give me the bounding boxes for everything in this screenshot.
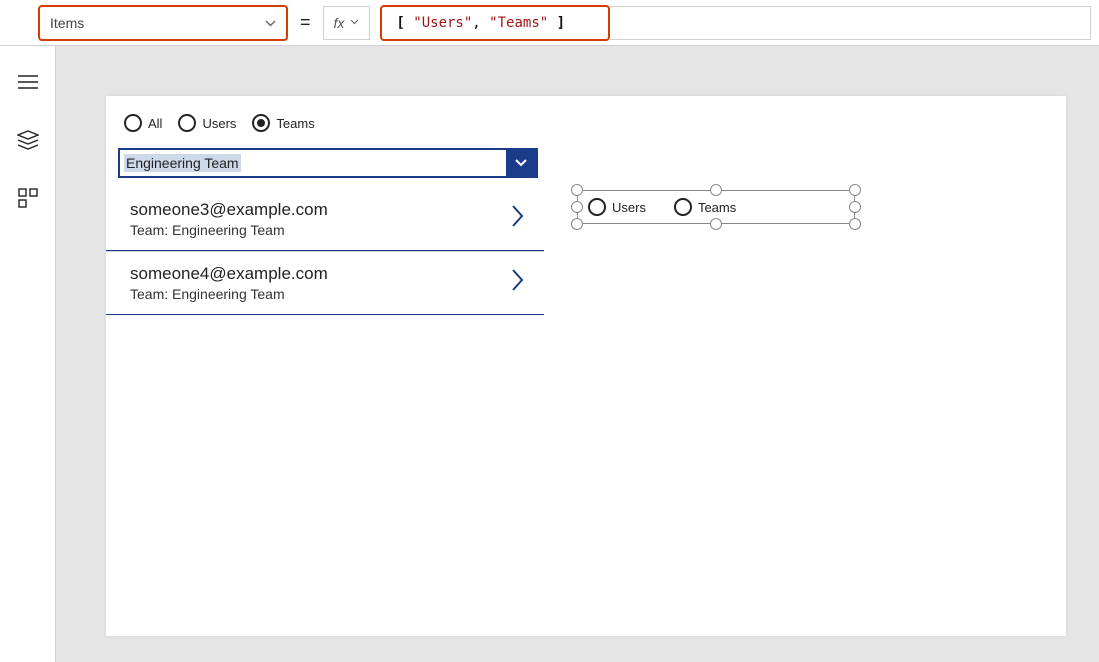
resize-handle[interactable] bbox=[710, 184, 722, 196]
radio-all-label: All bbox=[148, 116, 162, 131]
resize-handle[interactable] bbox=[571, 201, 583, 213]
equals-sign: = bbox=[300, 12, 311, 33]
formula-bar-remainder[interactable] bbox=[610, 6, 1091, 40]
canvas-area: All Users Teams Engineering Team bbox=[56, 46, 1099, 662]
sel-radio-users[interactable]: Users bbox=[588, 198, 646, 216]
chevron-right-icon bbox=[510, 202, 526, 237]
radio-icon bbox=[588, 198, 606, 216]
resize-handle[interactable] bbox=[571, 218, 583, 230]
radio-users-label: Users bbox=[202, 116, 236, 131]
list-item-team: Team: Engineering Team bbox=[130, 222, 510, 238]
list-item[interactable]: someone4@example.com Team: Engineering T… bbox=[106, 251, 544, 315]
combo-value: Engineering Team bbox=[124, 154, 241, 172]
list-item-text: someone4@example.com Team: Engineering T… bbox=[130, 264, 510, 302]
resize-handle[interactable] bbox=[571, 184, 583, 196]
formula-input[interactable]: [ "Users" , "Teams" ] bbox=[390, 9, 600, 37]
formula-sep: , bbox=[472, 15, 480, 31]
components-icon[interactable] bbox=[16, 186, 40, 210]
formula-highlight: [ "Users" , "Teams" ] bbox=[380, 5, 610, 41]
chevron-right-icon bbox=[510, 266, 526, 301]
radio-icon bbox=[124, 114, 142, 132]
resize-handle[interactable] bbox=[849, 201, 861, 213]
formula-string2: "Teams" bbox=[489, 15, 548, 31]
chevron-down-icon bbox=[350, 17, 359, 28]
layers-icon[interactable] bbox=[16, 128, 40, 152]
list-item[interactable]: someone3@example.com Team: Engineering T… bbox=[106, 188, 544, 251]
radio-teams[interactable]: Teams bbox=[252, 114, 314, 132]
radio-teams-label: Teams bbox=[276, 116, 314, 131]
resize-handle[interactable] bbox=[849, 218, 861, 230]
fx-label: fx bbox=[334, 15, 345, 31]
combo-dropdown-button[interactable] bbox=[506, 150, 536, 176]
resize-handle[interactable] bbox=[849, 184, 861, 196]
team-combo[interactable]: Engineering Team bbox=[118, 148, 538, 178]
radio-icon bbox=[178, 114, 196, 132]
radio-icon bbox=[252, 114, 270, 132]
fx-button[interactable]: fx bbox=[323, 6, 371, 40]
list-item-text: someone3@example.com Team: Engineering T… bbox=[130, 200, 510, 238]
list-item-email: someone4@example.com bbox=[130, 264, 510, 284]
view-filter-radio-group: All Users Teams bbox=[124, 114, 315, 132]
list-item-email: someone3@example.com bbox=[130, 200, 510, 220]
radio-icon bbox=[674, 198, 692, 216]
combo-value-area: Engineering Team bbox=[120, 150, 506, 176]
formula-string1: "Users" bbox=[413, 15, 472, 31]
result-list: someone3@example.com Team: Engineering T… bbox=[106, 188, 544, 315]
radio-all[interactable]: All bbox=[124, 114, 162, 132]
formula-bar: Items = fx [ "Users" , "Teams" ] bbox=[0, 0, 1099, 46]
app-canvas[interactable]: All Users Teams Engineering Team bbox=[106, 96, 1066, 636]
hamburger-icon[interactable] bbox=[16, 70, 40, 94]
property-dropdown[interactable]: Items bbox=[38, 5, 288, 41]
left-rail bbox=[0, 46, 56, 662]
selected-control[interactable]: Users Teams bbox=[571, 184, 861, 230]
sel-radio-teams[interactable]: Teams bbox=[674, 198, 736, 216]
sel-radio-users-label: Users bbox=[612, 200, 646, 215]
chevron-down-icon bbox=[265, 16, 276, 30]
property-label: Items bbox=[50, 15, 84, 31]
bracket-close: ] bbox=[557, 15, 565, 31]
list-item-team: Team: Engineering Team bbox=[130, 286, 510, 302]
resize-handle[interactable] bbox=[710, 218, 722, 230]
sel-radio-teams-label: Teams bbox=[698, 200, 736, 215]
chevron-down-icon bbox=[514, 158, 528, 168]
radio-users[interactable]: Users bbox=[178, 114, 236, 132]
bracket-open: [ bbox=[396, 15, 404, 31]
